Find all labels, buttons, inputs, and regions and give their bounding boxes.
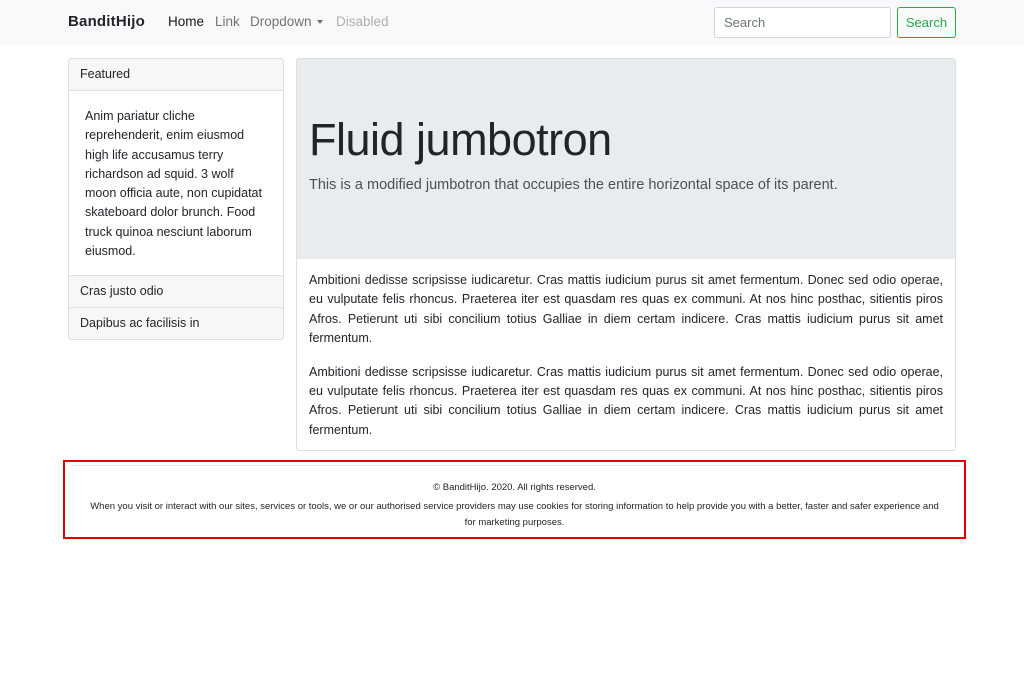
main-card-body: Ambitioni dedisse scripsisse iudicaretur… (297, 259, 955, 440)
list-item[interactable]: Cras justo odio (69, 276, 283, 308)
nav-link-disabled: Disabled (336, 14, 389, 29)
footer: © BanditHijo. 2020. All rights reserved.… (63, 460, 966, 539)
nav-link-home[interactable]: Home (168, 14, 204, 29)
jumbotron-lead: This is a modified jumbotron that occupi… (309, 177, 838, 193)
featured-card-header: Featured (69, 59, 283, 91)
footer-divider (70, 465, 959, 466)
jumbotron-title: Fluid jumbotron (309, 114, 612, 165)
footer-cookie-notice: When you visit or interact with our site… (90, 501, 939, 528)
main-card: Fluid jumbotron This is a modified jumbo… (296, 58, 956, 451)
body-paragraph: Ambitioni dedisse scripsisse iudicaretur… (309, 273, 943, 346)
list-item[interactable]: Dapibus ac facilisis in (69, 308, 283, 339)
navbar: BanditHijo Home Link Dropdown Disabled S… (0, 0, 1024, 45)
footer-copyright: © BanditHijo. 2020. All rights reserved. (433, 482, 596, 493)
featured-card: Featured Anim pariatur cliche reprehende… (68, 58, 284, 340)
nav-dropdown-toggle[interactable]: Dropdown (250, 14, 323, 29)
navbar-brand[interactable]: BanditHijo (68, 13, 145, 30)
jumbotron: Fluid jumbotron This is a modified jumbo… (297, 59, 955, 259)
nav-dropdown-label: Dropdown (250, 14, 312, 29)
caret-down-icon (316, 20, 323, 24)
search-button[interactable]: Search (897, 7, 956, 38)
body-paragraph: Ambitioni dedisse scripsisse iudicaretur… (309, 364, 943, 437)
search-input[interactable] (714, 7, 891, 38)
featured-card-body: Anim pariatur cliche reprehenderit, enim… (69, 91, 283, 276)
nav-link-link[interactable]: Link (215, 14, 240, 29)
